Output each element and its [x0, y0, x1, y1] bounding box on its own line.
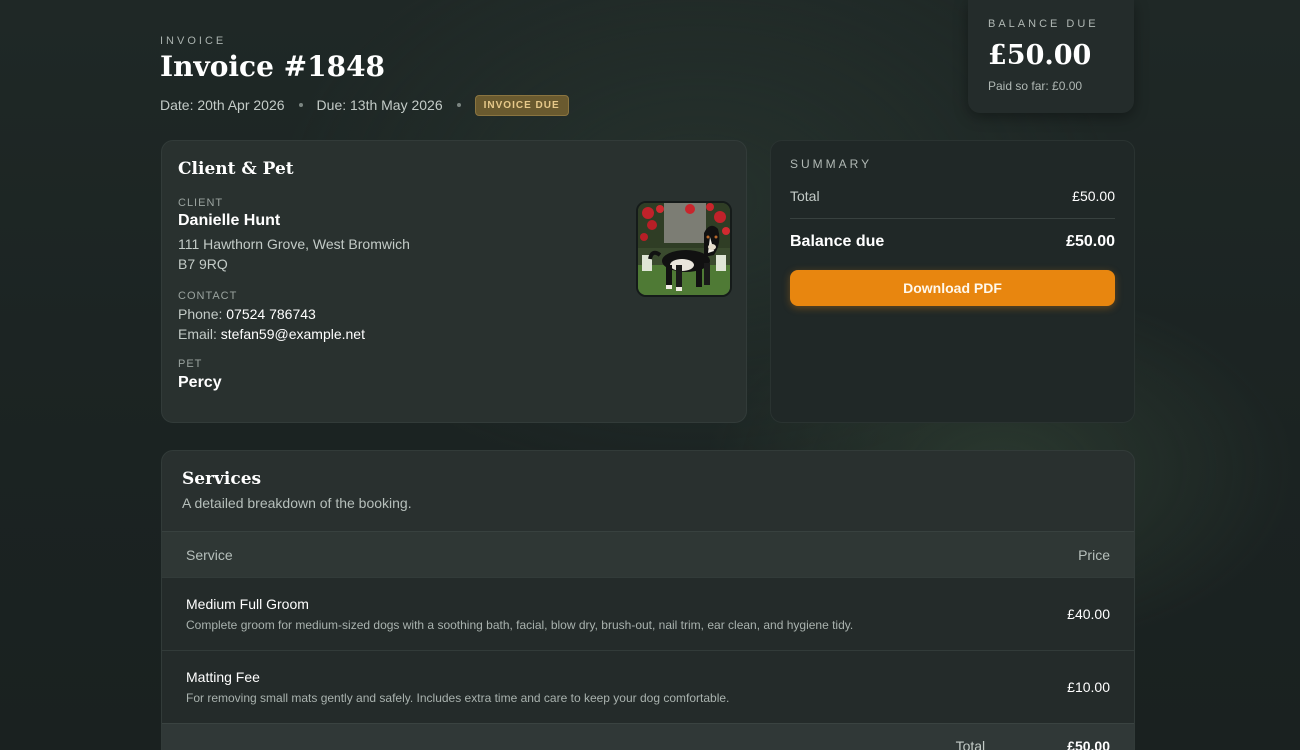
summary-card: SUMMARY Total £50.00 Balance due £50.00 …	[770, 140, 1135, 423]
summary-label: SUMMARY	[790, 157, 873, 171]
page-title: Invoice #1848	[160, 50, 386, 83]
services-header: Services A detailed breakdown of the boo…	[162, 451, 1134, 531]
services-total-label: Total	[955, 738, 986, 750]
column-header-service: Service	[186, 546, 233, 563]
summary-total-label: Total	[790, 188, 820, 204]
pet-name: Percy	[178, 374, 222, 391]
dog-photo-illustration	[638, 203, 730, 295]
summary-balance-row: Balance due £50.00	[790, 233, 1115, 251]
pet-photo	[636, 201, 732, 297]
services-total-value: £50.00	[1067, 738, 1110, 750]
services-total-row: Total £50.00	[162, 723, 1134, 750]
email-address[interactable]: stefan59@example.net	[221, 326, 365, 342]
separator-dot	[456, 103, 461, 107]
services-table-header: Service Price	[162, 531, 1134, 577]
service-name: Matting Fee	[186, 669, 260, 685]
client-pet-title: Client & Pet	[178, 159, 294, 179]
phone-line: Phone: 07524 786743	[178, 304, 730, 324]
status-badge: INVOICE DUE	[474, 94, 569, 116]
service-description: Complete groom for medium-sized dogs wit…	[186, 618, 854, 632]
email-label: Email:	[178, 326, 221, 342]
summary-total-value: £50.00	[1072, 188, 1115, 204]
separator-dot	[298, 103, 303, 107]
service-cell: Matting Fee For removing small mats gent…	[186, 669, 729, 705]
service-name: Medium Full Groom	[186, 596, 309, 612]
service-cell: Medium Full Groom Complete groom for med…	[186, 596, 853, 632]
pet-label: PET	[178, 358, 203, 370]
balance-due-label: BALANCE DUE	[988, 18, 1099, 30]
service-description: For removing small mats gently and safel…	[186, 691, 730, 705]
summary-balance-label: Balance due	[790, 233, 885, 250]
invoice-date: Date: 20th Apr 2026	[160, 97, 285, 113]
services-subtitle: A detailed breakdown of the booking.	[182, 495, 412, 511]
phone-number[interactable]: 07524 786743	[226, 306, 316, 322]
summary-balance-value: £50.00	[1066, 233, 1115, 250]
summary-total-row: Total £50.00	[790, 188, 1115, 219]
invoice-due-date: Due: 13th May 2026	[316, 97, 443, 113]
balance-due-amount: £50.00	[988, 40, 1092, 71]
client-pet-card: Client & Pet CLIENT Danielle Hunt 111 Ha…	[161, 140, 747, 423]
balance-due-card: BALANCE DUE £50.00 Paid so far: £0.00	[968, 0, 1134, 113]
invoice-eyebrow: INVOICE	[160, 35, 227, 47]
services-title: Services	[182, 469, 262, 489]
email-line: Email: stefan59@example.net	[178, 324, 730, 344]
download-pdf-button[interactable]: Download PDF	[790, 270, 1115, 306]
table-row: Matting Fee For removing small mats gent…	[162, 650, 1134, 723]
service-price: £40.00	[1067, 606, 1110, 622]
table-row: Medium Full Groom Complete groom for med…	[162, 577, 1134, 650]
invoice-meta: Date: 20th Apr 2026 Due: 13th May 2026 I…	[160, 94, 569, 116]
phone-label: Phone:	[178, 306, 227, 322]
service-price: £10.00	[1067, 679, 1110, 695]
services-card: Services A detailed breakdown of the boo…	[161, 450, 1135, 750]
column-header-price: Price	[1078, 546, 1110, 563]
paid-so-far: Paid so far: £0.00	[988, 79, 1083, 93]
